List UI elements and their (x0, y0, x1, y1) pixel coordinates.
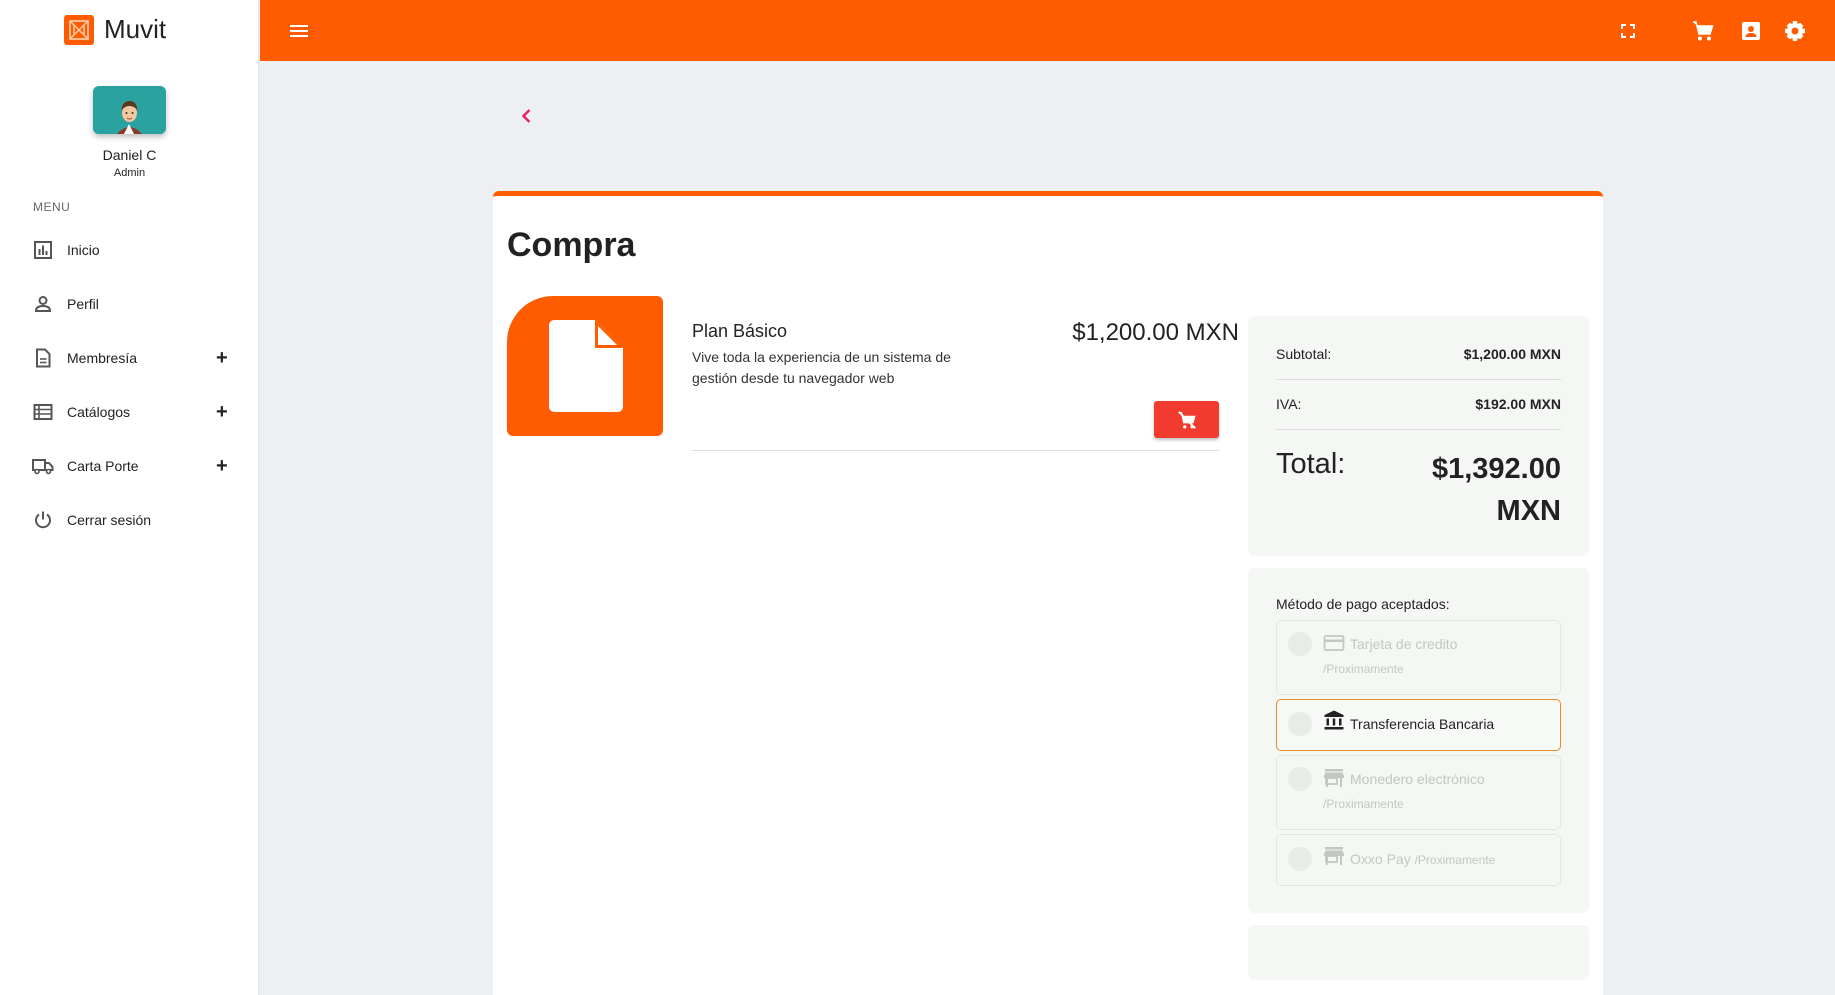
gear-icon[interactable] (1783, 19, 1807, 43)
order-summary: Subtotal: $1,200.00 MXN IVA: $192.00 MXN… (1248, 316, 1589, 556)
sidebar-item-label: Carta Porte (67, 458, 139, 474)
iva-value: $192.00 MXN (1475, 396, 1561, 412)
document-icon (32, 347, 54, 369)
sidebar: Muvit Daniel C Admin MENU Inicio Perfil (0, 0, 259, 995)
sidebar-item-catalogos[interactable]: Catálogos + (0, 385, 259, 439)
payment-option-credit-card[interactable]: Tarjeta de credito /Proximamente (1276, 620, 1561, 695)
sidebar-item-membresia[interactable]: Membresía + (0, 331, 259, 385)
subtotal-value: $1,200.00 MXN (1463, 346, 1561, 362)
payment-option-oxxo-pay[interactable]: Oxxo Pay /Proximamente (1276, 834, 1561, 886)
list-icon (32, 401, 54, 423)
top-bar (260, 0, 1835, 61)
payment-option-note: /Proximamente (1414, 853, 1496, 867)
total-value: $1,392.00 MXN (1378, 448, 1561, 532)
menu-heading: MENU (33, 200, 71, 214)
payment-option-bank-transfer[interactable]: Transferencia Bancaria (1276, 699, 1561, 751)
iva-label: IVA: (1276, 396, 1302, 412)
payment-methods: Método de pago aceptados: Tarjeta de cre… (1248, 568, 1589, 913)
payment-option-note: /Proximamente (1323, 797, 1404, 811)
file-icon (549, 320, 623, 412)
summary-divider (1276, 379, 1561, 380)
subtotal-row: Subtotal: $1,200.00 MXN (1276, 346, 1561, 362)
payment-option-label: Tarjeta de credito (1350, 636, 1458, 652)
sidebar-item-label: Cerrar sesión (67, 512, 152, 528)
product-image (507, 296, 663, 436)
power-icon (32, 509, 54, 531)
iva-row: IVA: $192.00 MXN (1276, 396, 1561, 412)
summary-divider (1276, 429, 1561, 430)
brand-name: Muvit (104, 14, 167, 44)
radio-button[interactable] (1288, 847, 1312, 871)
sidebar-item-label: Catálogos (67, 404, 131, 420)
expand-plus-icon[interactable]: + (216, 455, 228, 478)
extra-panel (1248, 925, 1589, 980)
item-divider (692, 450, 1219, 451)
sidebar-item-carta-porte[interactable]: Carta Porte + (0, 439, 259, 493)
store-icon (1323, 845, 1345, 867)
store-icon (1323, 767, 1345, 789)
payment-option-label: Oxxo Pay /Proximamente (1350, 851, 1495, 867)
muvit-logo-icon (64, 14, 94, 45)
product-name: Plan Básico (692, 321, 788, 341)
subtotal-label: Subtotal: (1276, 346, 1332, 362)
truck-icon (32, 455, 54, 477)
sidebar-item-inicio[interactable]: Inicio (0, 223, 259, 277)
total-currency: MXN (1496, 495, 1561, 527)
sidebar-item-perfil[interactable]: Perfil (0, 277, 259, 331)
radio-button[interactable] (1288, 767, 1312, 791)
expand-plus-icon[interactable]: + (216, 401, 228, 424)
chart-icon (32, 239, 54, 261)
remove-from-cart-button[interactable] (1154, 401, 1219, 438)
payment-option-e-wallet[interactable]: Monedero electrónico /Proximamente (1276, 755, 1561, 830)
contact-icon[interactable] (1739, 19, 1763, 43)
payment-option-name: Oxxo Pay (1350, 851, 1411, 867)
total-amount: $1,392.00 (1431, 453, 1561, 485)
avatar[interactable] (93, 86, 166, 134)
total-label: Total: (1276, 448, 1346, 480)
credit-card-icon (1323, 632, 1345, 654)
payment-methods-title: Método de pago aceptados: (1276, 596, 1450, 612)
sidebar-item-label: Membresía (67, 350, 138, 366)
purchase-card: Compra Plan Básico Vive toda la experien… (493, 191, 1603, 995)
payment-option-note: /Proximamente (1323, 662, 1404, 676)
person-icon (32, 293, 54, 315)
fullscreen-icon[interactable] (1616, 19, 1640, 43)
expand-plus-icon[interactable]: + (216, 347, 228, 370)
payment-option-label: Monedero electrónico (1350, 771, 1485, 787)
sidebar-item-label: Perfil (67, 296, 99, 312)
payment-option-label: Transferencia Bancaria (1350, 716, 1495, 732)
sidebar-item-cerrar-sesion[interactable]: Cerrar sesión (0, 493, 259, 547)
back-arrow-icon[interactable] (514, 103, 540, 129)
page-title: Compra (507, 226, 636, 264)
menu-icon[interactable] (288, 20, 310, 42)
product-description: Vive toda la experiencia de un sistema d… (692, 349, 951, 386)
sidebar-item-label: Inicio (67, 242, 100, 258)
brand[interactable]: Muvit (64, 14, 166, 45)
sidebar-menu: Inicio Perfil Membresía + Catálogos + Ca… (0, 223, 259, 547)
radio-button[interactable] (1288, 712, 1312, 736)
user-role: Admin (113, 167, 146, 179)
remove-cart-icon (1177, 410, 1196, 429)
radio-button[interactable] (1288, 632, 1312, 656)
bank-icon (1323, 709, 1345, 731)
cart-icon[interactable] (1691, 19, 1715, 43)
product-price: $1,200.00 MXN (1072, 319, 1239, 346)
user-name: Daniel C (102, 147, 157, 163)
